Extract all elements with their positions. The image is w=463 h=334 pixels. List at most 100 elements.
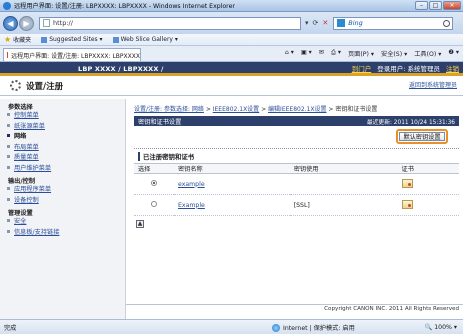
- copyright: Copyright CANON INC. 2011 All Rights Res…: [126, 304, 463, 313]
- zoom-icon: 🔍: [424, 324, 435, 331]
- default-key-settings-label: 默认密钥设置: [399, 132, 445, 141]
- portal-link[interactable]: 到门户: [352, 63, 372, 73]
- address-bar[interactable]: http://: [39, 16, 301, 30]
- feeds-icon[interactable]: ▣ ▾: [301, 49, 312, 58]
- sidebar-item-application-menu[interactable]: 应用程序菜单: [0, 184, 125, 195]
- home-icon[interactable]: ⌂ ▾: [285, 49, 294, 58]
- favorites-label: 收藏夹: [13, 37, 32, 44]
- favorites-bar: ★ 收藏夹 Suggested Sites ▾ Web Slice Galler…: [0, 34, 463, 46]
- close-button[interactable]: ✕: [443, 1, 461, 10]
- section-header: 密钥和证书设置 最近更新: 2011 10/24 15:31:36: [134, 116, 459, 126]
- suggested-sites-link[interactable]: Suggested Sites ▾: [41, 36, 103, 43]
- back-button[interactable]: ◀: [3, 15, 18, 31]
- breadcrumb-link-network[interactable]: 设置/注册: 参数选择: 网络: [134, 106, 204, 113]
- tools-menu[interactable]: 工具(O) ▾: [414, 49, 441, 58]
- col-key-usage: 密钥使用: [289, 163, 398, 174]
- sidebar-group-management: 管理设置: [8, 210, 33, 217]
- search-box[interactable]: Bing: [333, 16, 454, 30]
- favorites-button[interactable]: ★ 收藏夹: [4, 35, 31, 44]
- col-key-name: 密钥名称: [174, 163, 290, 174]
- section-title: 密钥和证书设置: [138, 118, 182, 126]
- stop-icon[interactable]: ✕: [322, 19, 328, 27]
- breadcrumb-separator: >: [205, 106, 213, 113]
- breadcrumb-link-edit-ieee[interactable]: 编辑IEEE802.1X设置: [268, 106, 326, 113]
- help-menu[interactable]: ❷ ▾: [448, 49, 459, 58]
- sidebar-item-info-board[interactable]: 信息板/支持链接: [0, 227, 125, 238]
- return-to-admin-link[interactable]: 返回到系统管理员: [409, 80, 457, 89]
- key-name-cell: example: [174, 173, 290, 195]
- registered-keys-title: 已注册密钥和证书: [138, 152, 194, 161]
- certificate-icon[interactable]: [401, 199, 413, 209]
- browser-tab[interactable]: 远程用户界面: 设置/注册: LBPXXXX: LBPXXXX: [3, 48, 141, 61]
- header-right: 到门户 登录用户: 系统管理员 注销: [352, 63, 459, 73]
- canon-favicon-icon: [7, 52, 9, 58]
- select-radio[interactable]: [151, 180, 157, 186]
- sidebar-item-control-menu[interactable]: 控制菜单: [0, 110, 125, 121]
- col-select: 选择: [134, 163, 174, 174]
- page-title: 设置/注册: [26, 81, 64, 92]
- globe-icon: [272, 323, 280, 332]
- key-name-link[interactable]: example: [178, 181, 205, 188]
- dropdown-icon[interactable]: ▾: [305, 19, 309, 27]
- select-cell: [134, 194, 174, 216]
- refresh-icon[interactable]: ⟳: [313, 19, 319, 27]
- breadcrumb-current: 密钥和证书设置: [335, 106, 378, 113]
- web-slice-icon: [112, 36, 119, 43]
- divider: [134, 148, 459, 149]
- breadcrumb-link-ieee-settings[interactable]: IEEE802.1X设置: [213, 106, 259, 113]
- bing-icon: [337, 19, 346, 27]
- zone-text: Internet | 保护模式: 启用: [283, 325, 355, 332]
- table-row: Example [SSL]: [134, 194, 459, 216]
- sidebar-item-layout-menu[interactable]: 布局菜单: [0, 142, 125, 153]
- sidebar-item-network[interactable]: 网络: [0, 131, 125, 142]
- mail-icon[interactable]: ✉: [319, 49, 324, 58]
- web-slice-label: Web Slice Gallery ▾: [120, 36, 178, 43]
- command-bar: ⌂ ▾ ▣ ▾ ✉ ⎙ ▾ 页面(P) ▾ 安全(S) ▾ 工具(O) ▾ ❷ …: [285, 49, 459, 58]
- sidebar-item-user-maintenance[interactable]: 用户维护菜单: [0, 163, 125, 174]
- maximize-button[interactable]: □: [429, 1, 442, 10]
- key-usage-cell: [SSL]: [289, 194, 398, 216]
- page-menu[interactable]: 页面(P) ▾: [348, 49, 374, 58]
- certificate-icon[interactable]: [401, 178, 413, 188]
- search-icon[interactable]: [443, 19, 451, 27]
- page-content: LBP XXXX / LBPXXXX / 到门户 登录用户: 系统管理员 注销 …: [0, 62, 463, 319]
- status-bar: 完成 Internet | 保护模式: 启用 🔍 100% ▾: [0, 319, 463, 334]
- status-text: 完成: [4, 324, 17, 332]
- address-buttons: ▾ ⟳ ✕: [305, 19, 328, 27]
- tab-title: 远程用户界面: 设置/注册: LBPXXXX: LBPXXXX: [11, 52, 140, 60]
- default-key-settings-button[interactable]: 默认密钥设置: [396, 129, 448, 144]
- table-header-row: 选择 密钥名称 密钥使用 证书: [134, 163, 459, 174]
- table-row: example: [134, 173, 459, 195]
- key-name-link[interactable]: Example: [178, 202, 205, 209]
- safety-menu[interactable]: 安全(S) ▾: [381, 49, 407, 58]
- certificate-cell: [397, 194, 459, 216]
- print-icon[interactable]: ⎙ ▾: [331, 49, 341, 58]
- keys-table: 选择 密钥名称 密钥使用 证书 example Example [SSL]: [134, 163, 459, 216]
- rui-header: LBP XXXX / LBPXXXX / 到门户 登录用户: 系统管理员 注销: [0, 62, 463, 76]
- printer-model: LBP XXXX / LBPXXXX /: [78, 65, 164, 73]
- minimize-button[interactable]: –: [415, 1, 428, 10]
- sidebar-item-security[interactable]: 安全: [0, 216, 125, 227]
- zoom-level: 100% ▾: [434, 324, 457, 331]
- select-cell: [134, 173, 174, 195]
- security-zone[interactable]: Internet | 保护模式: 启用: [272, 323, 355, 332]
- forward-button[interactable]: ▶: [19, 15, 34, 31]
- certificate-cell: [397, 173, 459, 195]
- sidebar-item-paper-source[interactable]: 纸张源菜单: [0, 121, 125, 132]
- back-to-top-icon[interactable]: ▲: [136, 220, 144, 228]
- web-slice-gallery-link[interactable]: Web Slice Gallery ▾: [112, 36, 178, 43]
- breadcrumb: 设置/注册: 参数选择: 网络 > IEEE802.1X设置 > 编辑IEEE8…: [134, 104, 377, 113]
- logout-link[interactable]: 注销: [446, 63, 459, 73]
- window-title: 远程用户界面: 设置/注册: LBPXXXX: LBPXXXX - Window…: [14, 3, 235, 10]
- select-radio[interactable]: [151, 201, 157, 207]
- page-icon: [43, 19, 50, 27]
- address-text: http://: [53, 19, 73, 27]
- sidebar-item-quality-menu[interactable]: 质量菜单: [0, 152, 125, 163]
- key-usage-cell: [289, 173, 398, 195]
- suggested-sites-icon: [41, 36, 48, 43]
- zoom-control[interactable]: 🔍 100% ▾: [425, 323, 457, 331]
- sidebar-item-device-control[interactable]: 设备控制: [0, 195, 125, 206]
- ie-icon: [3, 1, 11, 10]
- last-updated: 最近更新: 2011 10/24 15:31:36: [366, 119, 455, 126]
- tab-row: 远程用户界面: 设置/注册: LBPXXXX: LBPXXXX ⌂ ▾ ▣ ▾ …: [0, 46, 463, 62]
